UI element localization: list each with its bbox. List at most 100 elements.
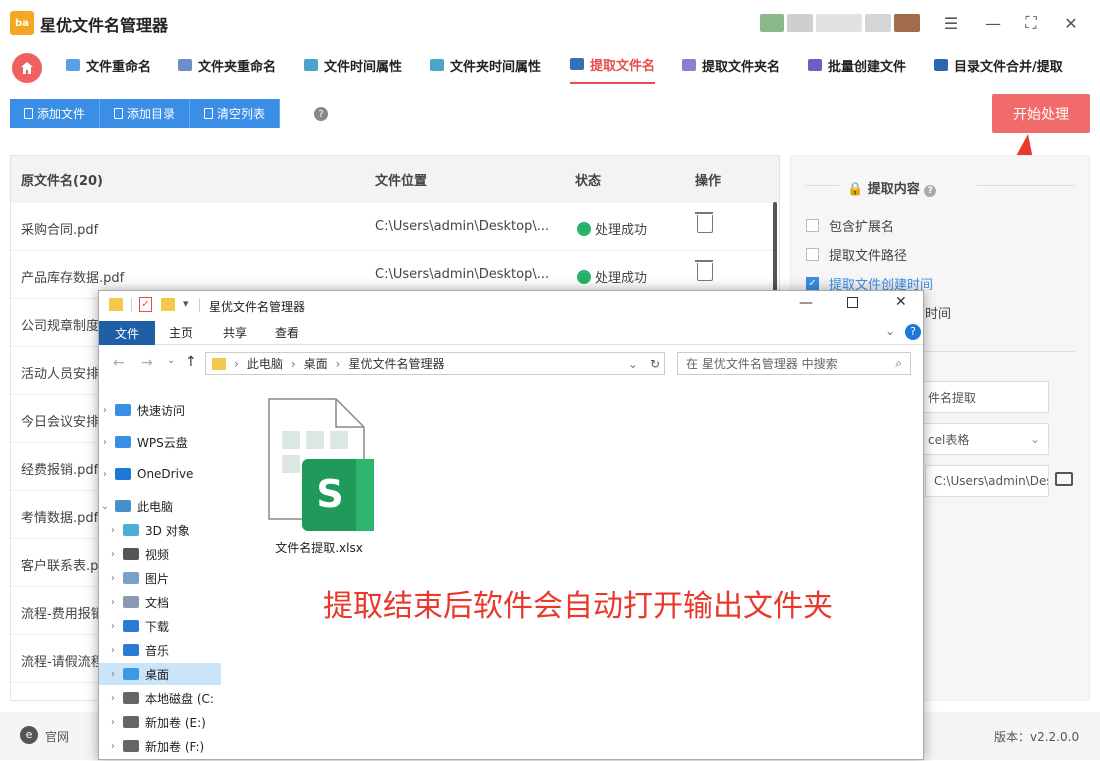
nav-item[interactable]: › OneDrive [99, 463, 221, 485]
file-name: 文件名提取.xlsx [275, 541, 363, 555]
nav-item-desktop[interactable]: › 桌面 [99, 663, 221, 685]
nav-item[interactable]: › 本地磁盘 (C: [99, 687, 221, 709]
table-row[interactable]: 采购合同.pdf C:\Users\admin\Desktop\... 处理成功 [11, 203, 779, 251]
folder-open-icon[interactable] [1055, 472, 1073, 486]
nav-item[interactable]: ⌄ 此电脑 [99, 495, 221, 517]
success-icon [577, 269, 591, 284]
help-icon[interactable]: ? [905, 324, 921, 340]
tab-file-rename[interactable]: 文件重命名 [66, 46, 151, 84]
file-name: 考情数据.pdf [21, 511, 99, 526]
add-dir-button[interactable]: 添加目录 [100, 99, 191, 128]
website-link[interactable]: 官网 [45, 728, 69, 745]
checkbox-checked[interactable]: ✓ [806, 277, 819, 290]
tab-batch-create[interactable]: 批量创建文件 [808, 46, 906, 84]
file-name: 经费报销.pdf [21, 463, 99, 478]
nav-item[interactable]: › 文档 [99, 591, 221, 613]
file-icon-letter: S [316, 472, 343, 516]
chevron-down-icon[interactable]: ⌄ [885, 324, 895, 338]
navigation-pane: › 快速访问 › WPS云盘 › OneDrive ⌄ 此电脑 › 3D 对象 › 视频 ›… [99, 391, 221, 761]
breadcrumb-item[interactable]: 星优文件名管理器 [348, 355, 444, 372]
add-file-button[interactable]: 添加文件 [10, 99, 101, 128]
computer-icon [115, 500, 131, 512]
cloud-icon [115, 468, 131, 480]
checkbox[interactable] [806, 219, 819, 232]
file-name: 采购合同.pdf [21, 223, 99, 238]
properties-icon[interactable]: ✓ [139, 297, 152, 312]
refresh-icon[interactable]: ↻ [650, 357, 664, 371]
website-icon[interactable]: e [20, 726, 38, 744]
title-bar: ba 星优文件名管理器 ☰ — ⛶ ✕ [0, 0, 1100, 46]
help-icon[interactable]: ? [924, 185, 937, 197]
quick-access-dropdown-icon[interactable]: ▾ [183, 297, 189, 310]
file-name: 今日会议安排 [21, 415, 100, 430]
nav-item[interactable]: › 视频 [99, 543, 221, 565]
toolbar: 添加文件 添加目录 清空列表 [10, 99, 281, 128]
file-item[interactable]: S 文件名提取.xlsx [259, 395, 379, 556]
header-name: 原文件名(20) [21, 174, 103, 189]
close-icon[interactable]: ✕ [895, 294, 907, 310]
tab-dir-merge[interactable]: 目录文件合并/提取 [934, 46, 1063, 84]
ribbon-tab-view[interactable]: 查看 [275, 324, 299, 341]
breadcrumb-item[interactable]: 此电脑 [247, 355, 283, 372]
output-name-field[interactable]: 件名提取 [919, 381, 1049, 413]
nav-item[interactable]: › 音乐 [99, 639, 221, 661]
settings-icon[interactable]: ☰ [940, 12, 962, 34]
nav-item[interactable]: › 新加卷 (E:) [99, 711, 221, 733]
breadcrumb-item[interactable]: 桌面 [304, 355, 328, 372]
close-icon[interactable]: ✕ [1060, 12, 1082, 34]
home-button[interactable] [12, 53, 42, 83]
nav-item[interactable]: › 快速访问 [99, 399, 221, 421]
minimize-icon[interactable]: — [982, 12, 1004, 34]
nav-item[interactable]: › 新加卷 (F:) [99, 735, 221, 757]
checkbox[interactable] [806, 248, 819, 261]
document-icon [24, 108, 33, 119]
chevron-down-icon[interactable]: ⌄ [628, 357, 642, 371]
file-name: 活动人员安排 [21, 367, 100, 382]
start-button[interactable]: 开始处理 [992, 94, 1090, 133]
maximize-icon[interactable] [847, 297, 858, 308]
output-format-select[interactable]: cel表格 ⌄ [919, 423, 1049, 455]
option-extract-path[interactable]: 提取文件路径 [806, 245, 907, 264]
ribbon-tab-home[interactable]: 主页 [169, 324, 193, 341]
tab-folder-rename[interactable]: 文件夹重命名 [178, 46, 276, 84]
nav-item[interactable]: › 图片 [99, 567, 221, 589]
chevron-down-icon: ⌄ [1029, 432, 1040, 446]
forward-icon[interactable]: → [141, 355, 153, 371]
delete-icon[interactable] [695, 212, 713, 233]
status-badge: 处理成功 [577, 219, 647, 238]
ribbon-tab-share[interactable]: 共享 [223, 324, 247, 341]
success-icon [577, 221, 591, 236]
document-icon [114, 108, 124, 119]
table-header: 原文件名(20) 文件位置 状态 操作 [11, 156, 779, 203]
tab-extract-filename[interactable]: 提取文件名 [570, 46, 656, 84]
panel-title: 🔒 提取内容 ? [847, 178, 937, 197]
clear-list-button[interactable]: 清空列表 [190, 99, 281, 128]
back-icon[interactable]: ← [113, 355, 125, 371]
file-name: 流程-请假流程 [21, 655, 104, 670]
nav-item[interactable]: › 下载 [99, 615, 221, 637]
folder-rename-icon [178, 59, 192, 71]
recent-dropdown-icon[interactable]: ⌄ [167, 355, 175, 366]
address-bar[interactable]: › 此电脑 › 桌面 › 星优文件名管理器 ⌄ ↻ [205, 352, 665, 375]
minimize-icon[interactable]: — [799, 295, 813, 311]
help-icon[interactable]: ? [314, 107, 328, 121]
user-avatar[interactable] [760, 14, 922, 36]
ribbon-tab-file[interactable]: 文件 [99, 321, 155, 345]
nav-item[interactable]: › WPS云盘 [99, 431, 221, 453]
new-folder-icon[interactable] [161, 298, 175, 311]
tab-folder-time[interactable]: 文件夹时间属性 [430, 46, 541, 84]
app-title: 星优文件名管理器 [40, 16, 169, 35]
output-path-field[interactable]: C:\Users\admin\Des [925, 465, 1049, 497]
up-icon[interactable]: ↑ [185, 354, 197, 370]
option-extract-time[interactable]: 时间 [925, 303, 951, 322]
nav-item[interactable]: › 3D 对象 [99, 519, 221, 541]
file-location: C:\Users\admin\Desktop\... [375, 267, 550, 282]
explorer-titlebar: ✓ ▾ 星优文件名管理器 — ✕ [99, 291, 923, 321]
tab-extract-foldername[interactable]: 提取文件夹名 [682, 46, 780, 84]
delete-icon[interactable] [695, 260, 713, 281]
music-icon [123, 644, 139, 656]
option-include-ext[interactable]: 包含扩展名 [806, 216, 894, 235]
maximize-icon[interactable]: ⛶ [1020, 12, 1042, 34]
search-input[interactable]: 在 星优文件名管理器 中搜索 ⌕ [677, 352, 911, 375]
tab-file-time[interactable]: 文件时间属性 [304, 46, 402, 84]
